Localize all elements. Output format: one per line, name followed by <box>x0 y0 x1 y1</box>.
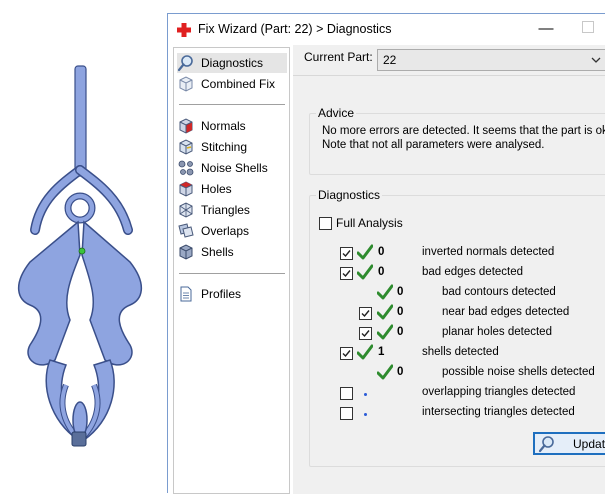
pending-dot-icon <box>364 413 367 416</box>
current-part-value: 22 <box>383 53 397 67</box>
diagnostics-page: Current Part: 22 Advice No more errors a… <box>293 45 605 494</box>
intersecting-triangles-label: intersecting triangles detected <box>422 406 575 418</box>
nav-item-profiles[interactable]: Profiles <box>177 284 287 304</box>
bad-contours-count: 0 <box>397 286 404 298</box>
check-ok-icon <box>356 264 374 280</box>
nav-item-label: Triangles <box>201 203 250 217</box>
overlapping-triangles-checkbox[interactable] <box>340 387 353 400</box>
3d-viewport[interactable] <box>0 0 168 489</box>
advice-group: Advice No more errors are detected. It s… <box>309 106 605 175</box>
red-cross-icon <box>177 23 191 37</box>
nav-item-shells[interactable]: Shells <box>177 242 287 262</box>
nav-item-label: Holes <box>201 182 232 196</box>
advice-text: No more errors are detected. It seems th… <box>322 125 605 137</box>
divider <box>293 75 605 76</box>
part-model <box>18 65 142 447</box>
nav-item-label: Combined Fix <box>201 77 276 91</box>
check-ok-icon <box>356 244 374 260</box>
bad-edges-checkbox[interactable] <box>340 267 353 280</box>
intersecting-triangles-checkbox[interactable] <box>340 407 353 420</box>
noise-shells-label: possible noise shells detected <box>442 366 595 378</box>
minimize-button[interactable]: — <box>534 20 558 40</box>
inverted-normals-label: inverted normals detected <box>422 246 555 258</box>
shells-label: shells detected <box>422 346 499 358</box>
noise-shells-count: 0 <box>397 366 404 378</box>
nav-item-combined-fix[interactable]: Combined Fix <box>177 74 287 94</box>
near-bad-edges-label: near bad edges detected <box>442 306 570 318</box>
planar-holes-count: 0 <box>397 326 404 338</box>
overlaps-icon <box>177 222 195 240</box>
nav-divider <box>179 104 285 105</box>
nav-item-stitching[interactable]: Stitching <box>177 137 287 157</box>
nav-item-label: Diagnostics <box>201 56 264 70</box>
nav-item-label: Normals <box>201 119 246 133</box>
update-button[interactable]: Update <box>533 432 605 455</box>
advice-note: Note that not all parameters were analys… <box>322 139 545 151</box>
check-ok-icon <box>376 324 394 340</box>
diagnostics-group: Diagnostics Full Analysis 0 inverted nor… <box>309 188 605 467</box>
nav-divider <box>179 273 285 274</box>
check-ok-icon <box>356 344 374 360</box>
holes-cube-icon <box>177 180 195 198</box>
nav-item-label: Shells <box>201 245 234 259</box>
bad-edges-count: 0 <box>378 266 385 278</box>
planar-holes-checkbox[interactable] <box>359 327 372 340</box>
full-analysis-checkbox[interactable] <box>319 217 332 230</box>
check-ok-icon <box>376 364 394 380</box>
maximize-button[interactable] <box>582 21 594 33</box>
box-icon <box>177 75 195 93</box>
window-title: Fix Wizard (Part: 22) > Diagnostics <box>198 22 392 36</box>
bad-contours-label: bad contours detected <box>442 286 556 298</box>
nav-item-label: Noise Shells <box>201 161 268 175</box>
current-part-select[interactable]: 22 <box>377 49 605 71</box>
overlapping-triangles-label: overlapping triangles detected <box>422 386 576 398</box>
triangles-icon <box>177 201 195 219</box>
nav-item-diagnostics[interactable]: Diagnostics <box>177 53 287 73</box>
inverted-normals-count: 0 <box>378 246 385 258</box>
magnifier-icon <box>538 435 556 453</box>
current-part-label: Current Part: <box>304 50 373 64</box>
magnifier-icon <box>177 54 195 72</box>
near-bad-edges-count: 0 <box>397 306 404 318</box>
bad-edges-label: bad edges detected <box>422 266 524 278</box>
advice-group-title: Advice <box>316 106 357 120</box>
near-bad-edges-checkbox[interactable] <box>359 307 372 320</box>
check-ok-icon <box>376 284 394 300</box>
update-button-label: Update <box>573 437 605 451</box>
nav-item-label: Overlaps <box>201 224 250 238</box>
wizard-nav-list: Diagnostics Combined Fix Normals Stitchi… <box>173 47 290 494</box>
full-analysis-label: Full Analysis <box>336 216 403 230</box>
stitching-cube-icon <box>177 138 195 156</box>
title-bar[interactable]: Fix Wizard (Part: 22) > Diagnostics — <box>168 14 605 45</box>
inverted-normals-checkbox[interactable] <box>340 247 353 260</box>
nav-item-normals[interactable]: Normals <box>177 116 287 136</box>
nav-item-overlaps[interactable]: Overlaps <box>177 221 287 241</box>
planar-holes-label: planar holes detected <box>442 326 552 338</box>
diagnostics-group-title: Diagnostics <box>316 188 383 202</box>
shells-checkbox[interactable] <box>340 347 353 360</box>
noise-shells-icon <box>177 159 195 177</box>
nav-item-holes[interactable]: Holes <box>177 179 287 199</box>
chevron-down-icon <box>590 53 602 67</box>
fix-wizard-window: Fix Wizard (Part: 22) > Diagnostics — Di… <box>167 13 605 494</box>
nav-item-label: Profiles <box>201 287 242 301</box>
nav-item-label: Stitching <box>201 140 248 154</box>
shells-icon <box>177 243 195 261</box>
cube-red-icon <box>177 117 195 135</box>
document-icon <box>177 285 195 303</box>
check-ok-icon <box>376 304 394 320</box>
pending-dot-icon <box>364 393 367 396</box>
nav-item-noise-shells[interactable]: Noise Shells <box>177 158 287 178</box>
nav-item-triangles[interactable]: Triangles <box>177 200 287 220</box>
shells-count: 1 <box>378 346 385 358</box>
